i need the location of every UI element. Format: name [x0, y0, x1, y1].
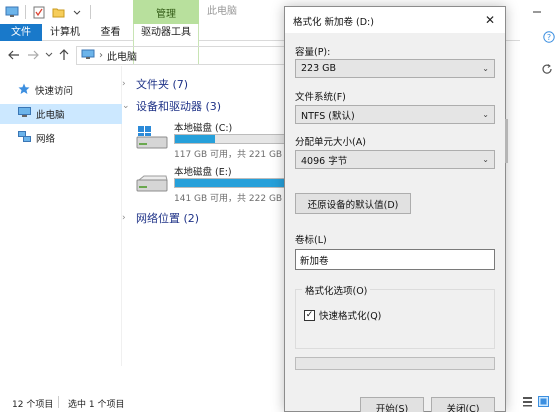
quick-format-checkbox[interactable]: ✓ 快速格式化(Q) [304, 308, 381, 322]
drive-free-space: 141 GB 可用，共 222 GB [174, 194, 283, 204]
section-title: 设备和驱动器 (3) [136, 100, 222, 113]
properties-icon[interactable] [31, 4, 47, 20]
drive-item-e[interactable]: 本地磁盘 (E:) 141 GB 可用，共 222 GB [134, 164, 294, 204]
address-bar[interactable]: › 此电脑 [76, 46, 290, 65]
chevron-down-icon: ⌄ [482, 64, 489, 73]
scrollbar-thumb[interactable] [505, 119, 508, 163]
item-count: 12 个项目 [12, 400, 54, 410]
help-icon[interactable]: ? [542, 30, 556, 44]
sidebar-item-this-pc[interactable]: 此电脑 [0, 104, 122, 124]
sidebar-item-network[interactable]: 网络 [0, 128, 122, 148]
customize-dropdown-icon[interactable] [69, 4, 85, 20]
allocation-select[interactable]: 4096 字节 ⌄ [295, 150, 495, 169]
format-options-group: 格式化选项(O) ✓ 快速格式化(Q) [295, 283, 495, 349]
sidebar-item-label: 网络 [36, 134, 56, 145]
network-icon [18, 130, 31, 146]
tab-computer[interactable]: 计算机 [42, 24, 88, 41]
new-folder-icon[interactable] [50, 4, 66, 20]
chevron-right-icon: › [122, 213, 126, 223]
capacity-select[interactable]: 223 GB ⌄ [295, 59, 495, 78]
drive-usage-bar [174, 178, 286, 188]
chevron-right-icon: › [122, 79, 126, 89]
minimize-icon[interactable] [530, 5, 544, 19]
filesystem-select[interactable]: NTFS (默认) ⌄ [295, 105, 495, 124]
format-progress-bar [295, 357, 495, 370]
dialog-title: 格式化 新加卷 (D:) [293, 17, 374, 28]
back-arrow-icon[interactable] [6, 47, 22, 63]
drive-usage-fill [175, 179, 285, 187]
up-arrow-icon[interactable] [56, 47, 72, 63]
window-right-edge: ? [520, 0, 560, 412]
navigation-pane: 快速访问 此电脑 网络 [0, 66, 122, 366]
selected-count: 选中 1 个项目 [68, 400, 125, 410]
tab-file[interactable]: 文件 [0, 24, 42, 41]
allocation-value: 4096 字节 [301, 155, 348, 167]
chevron-down-icon: ⌄ [482, 110, 489, 119]
computer-icon [18, 107, 31, 121]
quick-format-label: 快速格式化(Q) [319, 311, 382, 322]
svg-text:?: ? [547, 33, 551, 42]
chevron-down-icon: ⌄ [122, 101, 130, 111]
computer-icon [81, 49, 95, 63]
format-options-title: 格式化选项(O) [302, 283, 371, 297]
capacity-value: 223 GB [301, 63, 337, 74]
window-title: 此电脑 [207, 6, 237, 17]
checkbox-checked-icon[interactable]: ✓ [304, 309, 315, 321]
drive-icon [136, 170, 170, 196]
forward-arrow-icon[interactable] [25, 47, 41, 63]
tab-view[interactable]: 查看 [88, 24, 133, 41]
details-view-icon[interactable] [520, 394, 534, 408]
section-title: 网络位置 (2) [136, 212, 200, 225]
filesystem-label: 文件系统(F) [295, 92, 346, 103]
recent-dropdown-icon[interactable] [41, 47, 57, 63]
dialog-title-bar: 格式化 新加卷 (D:) ✕ [285, 7, 505, 33]
chevron-right-icon: › [99, 50, 103, 61]
section-devices[interactable]: ⌄ 设备和驱动器 (3) [122, 98, 221, 114]
volume-label-label: 卷标(L) [295, 235, 327, 246]
allocation-label: 分配单元大小(A) [295, 137, 366, 148]
large-icons-view-icon[interactable] [536, 394, 550, 408]
refresh-icon[interactable] [540, 62, 554, 76]
quick-access-toolbar [4, 4, 93, 20]
drive-name: 本地磁盘 (E:) [174, 167, 232, 178]
close-icon[interactable]: ✕ [481, 11, 499, 29]
star-icon [18, 83, 30, 98]
section-title: 文件夹 (7) [136, 78, 189, 91]
filesystem-value: NTFS (默认) [301, 110, 355, 122]
drive-usage-fill [175, 135, 215, 143]
restore-defaults-button[interactable]: 还原设备的默认值(D) [295, 193, 411, 214]
address-text: 此电脑 [107, 52, 137, 63]
format-dialog: 格式化 新加卷 (D:) ✕ 容量(P): 223 GB ⌄ 文件系统(F) N… [284, 6, 508, 412]
drive-free-space: 117 GB 可用，共 221 GB [174, 150, 283, 160]
sidebar-item-quick-access[interactable]: 快速访问 [0, 80, 122, 100]
manage-tab-group[interactable]: 管理 [133, 0, 199, 24]
drive-name: 本地磁盘 (C:) [174, 123, 233, 134]
drive-item-c[interactable]: 本地磁盘 (C:) 117 GB 可用，共 221 GB [134, 120, 294, 160]
chevron-down-icon: ⌄ [482, 155, 489, 164]
close-button[interactable]: 关闭(C) [431, 397, 495, 412]
drive-usage-bar [174, 134, 286, 144]
volume-label-value: 新加卷 [300, 255, 329, 267]
status-divider [58, 396, 59, 408]
start-button[interactable]: 开始(S) [360, 397, 424, 412]
sidebar-item-label: 快速访问 [35, 86, 74, 97]
windows-drive-icon [136, 126, 170, 152]
capacity-label: 容量(P): [295, 47, 331, 58]
sidebar-item-label: 此电脑 [36, 110, 65, 121]
volume-label-input[interactable]: 新加卷 [295, 249, 495, 270]
computer-icon[interactable] [4, 4, 20, 20]
section-network-locations[interactable]: › 网络位置 (2) [122, 210, 199, 226]
section-folders[interactable]: › 文件夹 (7) [122, 76, 188, 92]
